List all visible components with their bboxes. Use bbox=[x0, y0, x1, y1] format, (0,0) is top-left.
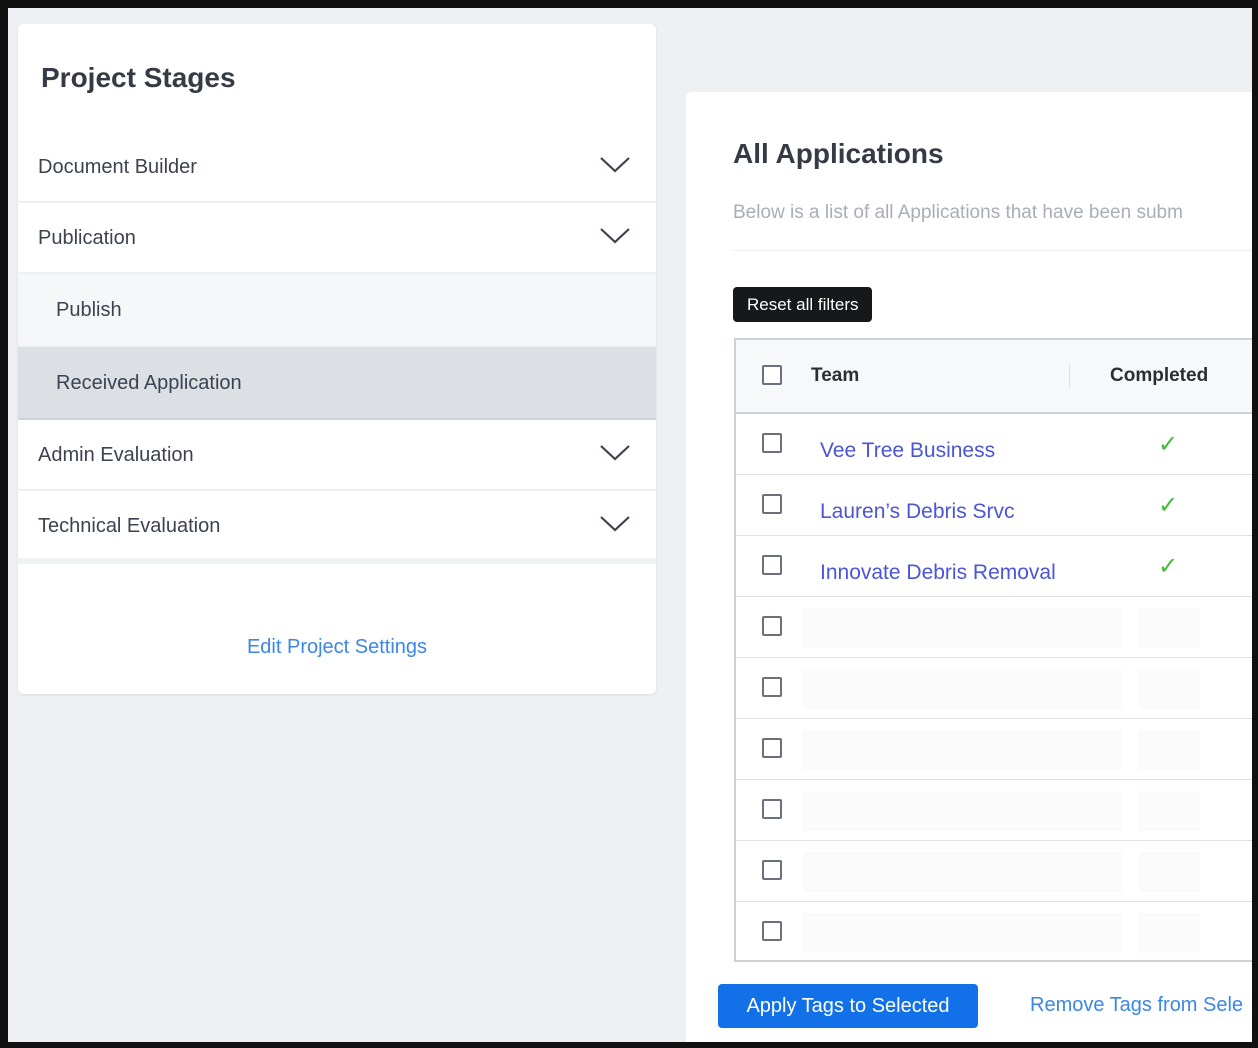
loading-placeholder bbox=[1138, 913, 1200, 953]
loading-placeholder bbox=[1138, 852, 1200, 892]
loading-placeholder bbox=[802, 608, 1122, 648]
applications-panel: All Applications Below is a list of all … bbox=[686, 92, 1252, 1042]
substage-received-application[interactable]: Received Application bbox=[18, 347, 656, 420]
row-checkbox[interactable] bbox=[762, 616, 782, 636]
edit-project-settings-link[interactable]: Edit Project Settings bbox=[18, 636, 656, 659]
loading-placeholder bbox=[802, 791, 1122, 831]
row-checkbox[interactable] bbox=[762, 738, 782, 758]
project-stages-panel: Project Stages Document Builder Publicat… bbox=[18, 24, 656, 694]
check-icon: ✓ bbox=[1158, 553, 1179, 580]
table-row bbox=[736, 719, 1252, 780]
row-checkbox[interactable] bbox=[762, 799, 782, 819]
applications-table: Team Completed Vee Tree Business ✓ Laure… bbox=[734, 338, 1252, 962]
row-checkbox[interactable] bbox=[762, 433, 782, 453]
chevron-down-icon[interactable] bbox=[598, 511, 632, 535]
loading-placeholder bbox=[1138, 669, 1200, 709]
app-frame: Project Stages Document Builder Publicat… bbox=[8, 8, 1252, 1042]
table-row bbox=[736, 841, 1252, 902]
team-link[interactable]: Innovate Debris Removal bbox=[820, 561, 1056, 585]
table-row bbox=[736, 902, 1252, 963]
page-title: All Applications bbox=[733, 138, 944, 169]
loading-placeholder bbox=[1138, 730, 1200, 770]
loading-placeholder bbox=[802, 669, 1122, 709]
panel-title: Project Stages bbox=[41, 62, 236, 93]
table-row: Lauren’s Debris Srvc ✓ bbox=[736, 475, 1252, 536]
table-row: Innovate Debris Removal ✓ bbox=[736, 536, 1252, 597]
table-row bbox=[736, 780, 1252, 841]
check-icon: ✓ bbox=[1158, 431, 1179, 458]
column-header-completed[interactable]: Completed bbox=[1110, 365, 1208, 387]
panel-divider bbox=[18, 558, 656, 564]
row-checkbox[interactable] bbox=[762, 494, 782, 514]
stage-label: Received Application bbox=[56, 372, 242, 394]
loading-placeholder bbox=[802, 913, 1122, 953]
chevron-down-icon[interactable] bbox=[598, 440, 632, 464]
row-checkbox[interactable] bbox=[762, 860, 782, 880]
table-row bbox=[736, 597, 1252, 658]
remove-tags-link[interactable]: Remove Tags from Sele bbox=[1030, 994, 1243, 1017]
stage-document-builder[interactable]: Document Builder bbox=[18, 132, 656, 203]
stage-publication[interactable]: Publication bbox=[18, 203, 656, 274]
stage-admin-evaluation[interactable]: Admin Evaluation bbox=[18, 420, 656, 491]
loading-placeholder bbox=[1138, 608, 1200, 648]
table-row bbox=[736, 658, 1252, 719]
chevron-down-icon[interactable] bbox=[598, 152, 632, 176]
substage-publish[interactable]: Publish bbox=[18, 274, 656, 347]
row-checkbox[interactable] bbox=[762, 555, 782, 575]
stage-technical-evaluation[interactable]: Technical Evaluation bbox=[18, 491, 656, 562]
stage-label: Publication bbox=[38, 227, 136, 249]
table-row: Vee Tree Business ✓ bbox=[736, 414, 1252, 475]
stage-label: Document Builder bbox=[38, 156, 197, 178]
page-subtitle: Below is a list of all Applications that… bbox=[733, 202, 1183, 223]
chevron-down-icon[interactable] bbox=[598, 223, 632, 247]
loading-placeholder bbox=[1138, 791, 1200, 831]
row-checkbox[interactable] bbox=[762, 921, 782, 941]
check-icon: ✓ bbox=[1158, 492, 1179, 519]
stage-list: Document Builder Publication Publish Rec… bbox=[18, 132, 656, 562]
reset-filters-button[interactable]: Reset all filters bbox=[733, 287, 873, 322]
team-link[interactable]: Lauren’s Debris Srvc bbox=[820, 500, 1015, 524]
divider bbox=[733, 250, 1252, 251]
table-header: Team Completed bbox=[736, 340, 1252, 414]
select-all-checkbox[interactable] bbox=[762, 365, 782, 385]
loading-placeholder bbox=[802, 730, 1122, 770]
loading-placeholder bbox=[802, 852, 1122, 892]
stage-label: Technical Evaluation bbox=[38, 515, 221, 537]
apply-tags-button[interactable]: Apply Tags to Selected bbox=[718, 984, 978, 1028]
column-header-team[interactable]: Team bbox=[811, 365, 859, 387]
column-separator bbox=[1069, 364, 1070, 388]
team-link[interactable]: Vee Tree Business bbox=[820, 439, 995, 463]
row-checkbox[interactable] bbox=[762, 677, 782, 697]
stage-label: Publish bbox=[56, 299, 122, 321]
stage-label: Admin Evaluation bbox=[38, 444, 194, 466]
